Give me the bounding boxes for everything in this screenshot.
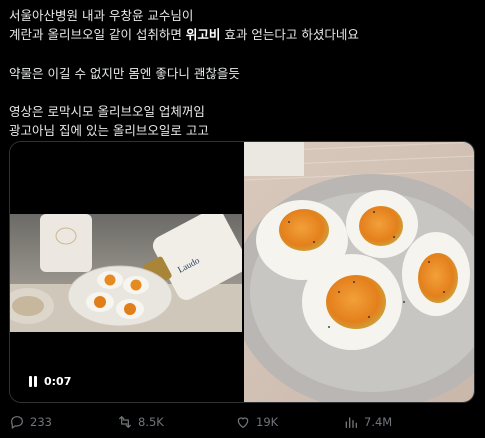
- tweet-line-4: 영상은 로막시모 올리브오일 업체꺼임: [9, 103, 205, 119]
- view-count: 7.4M: [364, 415, 393, 429]
- video-player[interactable]: Laudo 0:07: [10, 142, 242, 402]
- tweet-line-3: 약물은 이길 수 없지만 몸엔 좋다니 괜찮을듯: [9, 65, 240, 81]
- tweet-line-5: 광고아님 집에 있는 올리브오일로 고고: [9, 123, 209, 139]
- tweet-text: 서울아산병원 내과 우창윤 교수님이 계란과 올리브오일 같이 섭취하면 위고비…: [9, 6, 479, 140]
- media-grid: Laudo 0:07: [9, 141, 475, 403]
- egg-photo[interactable]: [244, 142, 474, 402]
- tweet-line-1: 서울아산병원 내과 우창윤 교수님이: [9, 8, 194, 23]
- repost-button[interactable]: 8.5K: [117, 410, 164, 434]
- reply-count: 233: [30, 415, 52, 429]
- tweet-line-2-pre: 계란과 올리브오일 같이 섭취하면: [9, 27, 186, 43]
- video-timestamp: 0:07: [44, 374, 72, 388]
- video-timestamp-badge[interactable]: 0:07: [20, 368, 79, 394]
- video-frame[interactable]: Laudo: [10, 214, 242, 332]
- heart-icon: [237, 417, 249, 428]
- bottle-shape: [40, 214, 92, 272]
- reply-button[interactable]: 233: [9, 410, 52, 434]
- reply-icon: [11, 416, 23, 429]
- tweet-actions: 233 8.5K 19K 7.4M: [9, 410, 479, 434]
- tweet-highlight-text: 위고비: [185, 27, 221, 43]
- repost-icon: [119, 416, 131, 428]
- egg-photo-image: [244, 142, 474, 402]
- like-button[interactable]: 19K: [235, 410, 278, 434]
- tweet-line-2-post: 효과 얻는다고 하셨다네요: [220, 27, 359, 43]
- video-thumbnail: Laudo: [10, 214, 242, 332]
- pause-icon[interactable]: [28, 375, 38, 387]
- views-icon: [345, 417, 357, 428]
- repost-count: 8.5K: [138, 415, 164, 429]
- like-count: 19K: [256, 415, 279, 429]
- tweet-line-2: 계란과 올리브오일 같이 섭취하면 위고비 효과 얻는다고 하셨다네요: [9, 25, 479, 44]
- views-button[interactable]: 7.4M: [343, 410, 392, 434]
